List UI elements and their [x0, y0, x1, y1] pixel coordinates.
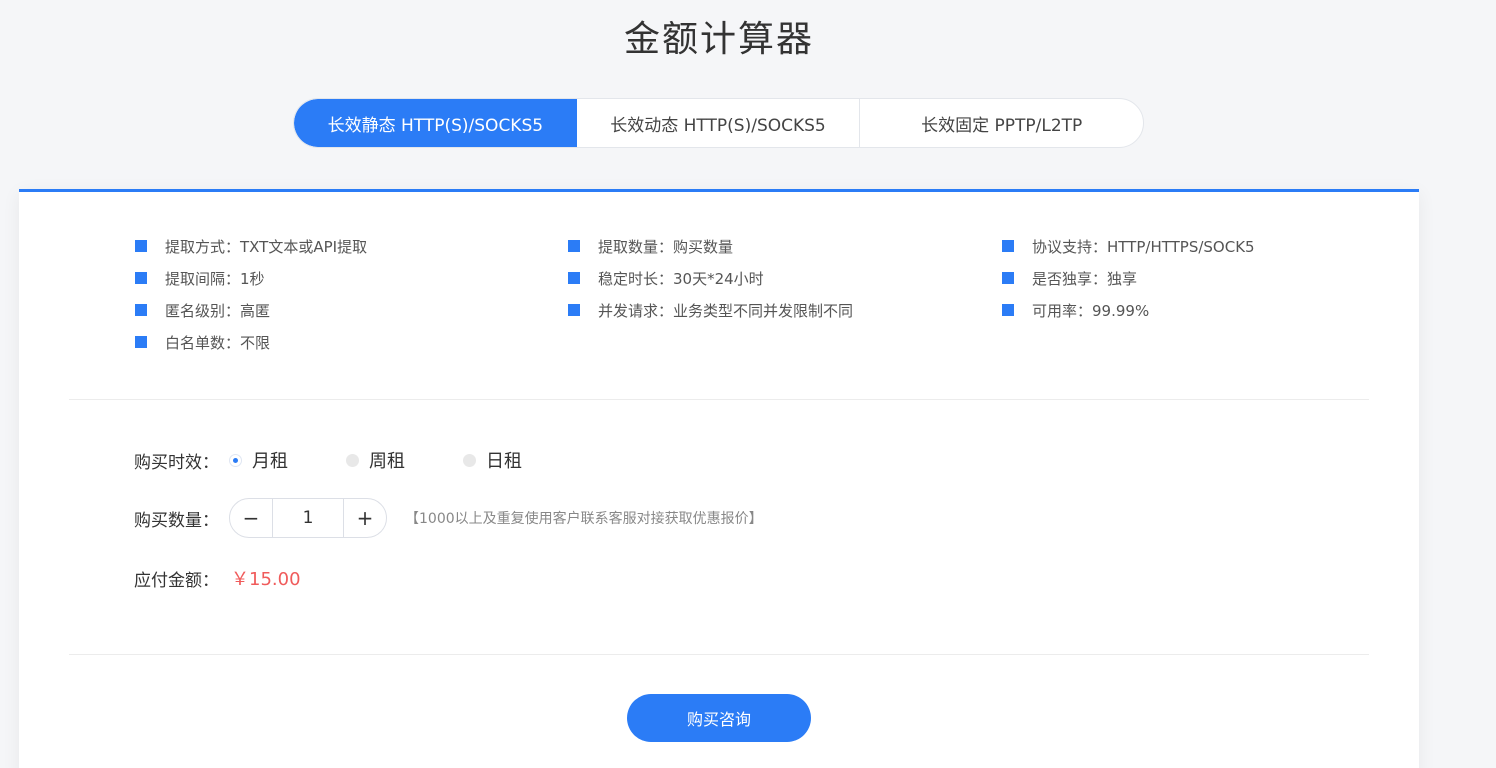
square-bullet-icon	[135, 240, 147, 252]
square-bullet-icon	[1002, 272, 1014, 284]
feature-item: 是否独享：独享	[1002, 266, 1322, 292]
amount-label: 应付金额：	[134, 570, 219, 591]
square-bullet-icon	[135, 272, 147, 284]
feature-item: 提取方式：TXT文本或API提取	[135, 234, 435, 260]
amount-value: ￥15.00	[231, 569, 301, 590]
radio-unchecked-icon[interactable]	[463, 453, 476, 467]
feature-column-1: 提取方式：TXT文本或API提取 提取间隔：1秒 匿名级别：高匿 白名单数：不限	[135, 234, 435, 362]
period-row: 购买时效： 月租 周租 日租	[134, 447, 580, 473]
feature-item: 提取间隔：1秒	[135, 266, 435, 292]
radio-monthly[interactable]: 月租	[229, 447, 288, 473]
quantity-hint: 【1000以上及重复使用客户联系客服对接获取优惠报价】	[405, 511, 763, 527]
feature-item: 稳定时长：30天*24小时	[568, 266, 868, 292]
quantity-input[interactable]	[273, 499, 343, 537]
feature-item: 可用率：99.99%	[1002, 298, 1322, 324]
square-bullet-icon	[568, 240, 580, 252]
radio-checked-icon[interactable]	[229, 453, 242, 467]
period-label: 购买时效：	[134, 452, 219, 473]
quantity-label: 购买数量：	[134, 510, 219, 531]
square-bullet-icon	[135, 304, 147, 316]
quantity-row: 购买数量： − + 【1000以上及重复使用客户联系客服对接获取优惠报价】	[134, 498, 763, 538]
square-bullet-icon	[568, 272, 580, 284]
divider	[69, 654, 1369, 655]
feature-item: 匿名级别：高匿	[135, 298, 435, 324]
radio-daily[interactable]: 日租	[463, 447, 522, 473]
square-bullet-icon	[135, 336, 147, 348]
square-bullet-icon	[1002, 304, 1014, 316]
square-bullet-icon	[1002, 240, 1014, 252]
radio-weekly[interactable]: 周租	[346, 447, 405, 473]
page: 金额计算器 长效静态 HTTP(S)/SOCKS5 长效动态 HTTP(S)/S…	[0, 0, 1496, 768]
buy-consult-button[interactable]: 购买咨询	[627, 694, 811, 742]
period-radio-group: 月租 周租 日租	[229, 447, 580, 473]
divider	[69, 399, 1369, 400]
decrement-button[interactable]: −	[230, 499, 273, 537]
feature-item: 提取数量：购买数量	[568, 234, 868, 260]
feature-list: 提取方式：TXT文本或API提取 提取间隔：1秒 匿名级别：高匿 白名单数：不限…	[19, 234, 1419, 364]
tab-dynamic[interactable]: 长效动态 HTTP(S)/SOCKS5	[577, 99, 861, 147]
feature-item: 协议支持：HTTP/HTTPS/SOCK5	[1002, 234, 1322, 260]
calculator-card: 提取方式：TXT文本或API提取 提取间隔：1秒 匿名级别：高匿 白名单数：不限…	[19, 189, 1419, 768]
square-bullet-icon	[568, 304, 580, 316]
feature-item: 并发请求：业务类型不同并发限制不同	[568, 298, 868, 324]
product-tabs: 长效静态 HTTP(S)/SOCKS5 长效动态 HTTP(S)/SOCKS5 …	[293, 98, 1144, 148]
amount-row: 应付金额： ￥15.00	[134, 565, 301, 591]
page-title: 金额计算器	[623, 19, 814, 60]
feature-column-2: 提取数量：购买数量 稳定时长：30天*24小时 并发请求：业务类型不同并发限制不…	[568, 234, 868, 330]
radio-unchecked-icon[interactable]	[346, 453, 359, 467]
quantity-stepper: − +	[229, 498, 387, 538]
increment-button[interactable]: +	[343, 499, 386, 537]
feature-item: 白名单数：不限	[135, 330, 435, 356]
feature-column-3: 协议支持：HTTP/HTTPS/SOCK5 是否独享：独享 可用率：99.99%	[1002, 234, 1322, 330]
tab-static[interactable]: 长效静态 HTTP(S)/SOCKS5	[294, 99, 577, 147]
tab-fixed[interactable]: 长效固定 PPTP/L2TP	[860, 99, 1143, 147]
